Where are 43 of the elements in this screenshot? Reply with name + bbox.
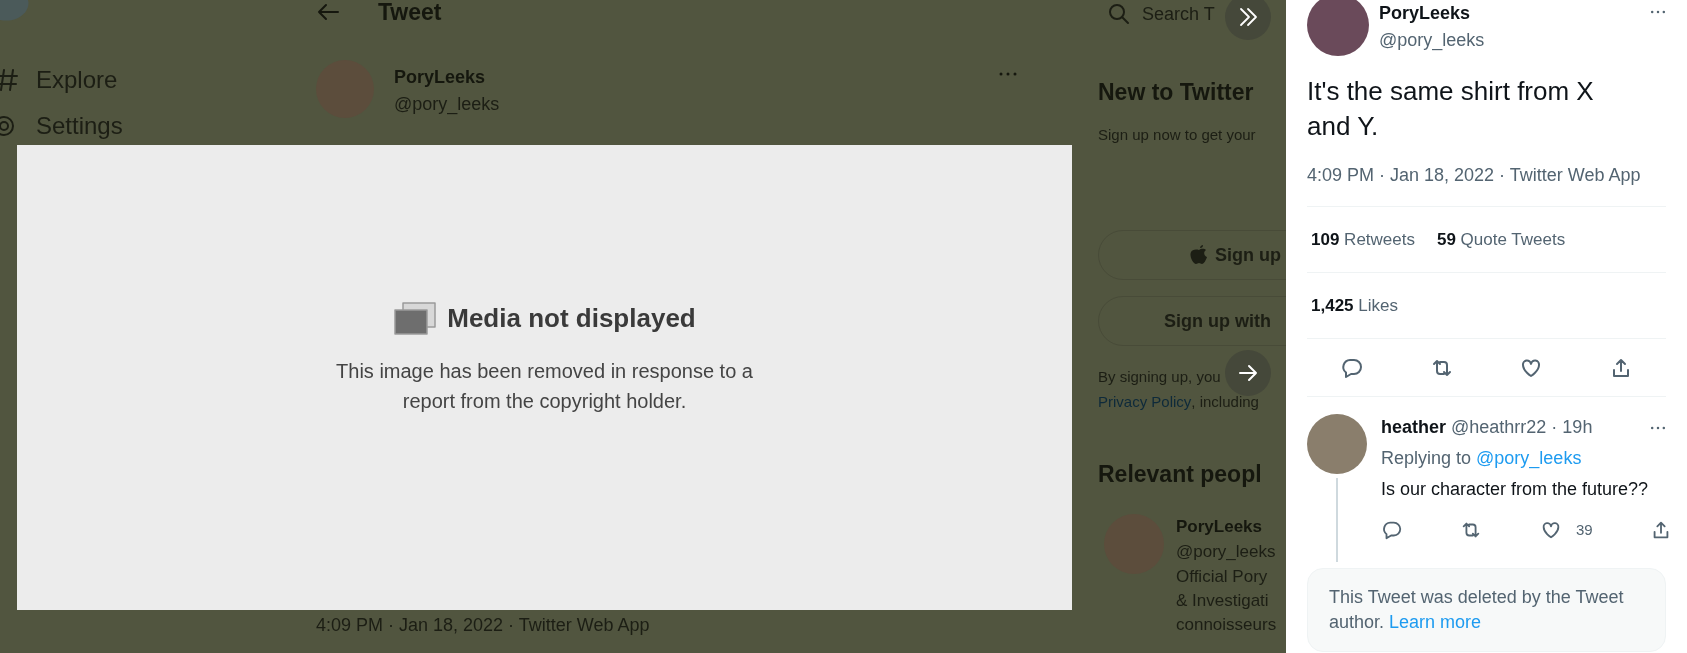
replying-to-label: Replying to <box>1381 447 1472 470</box>
nav-link[interactable]: Settings <box>36 108 123 144</box>
tweet-timestamp: 4:09 PM · Jan 18, 2022 · Twitter Web App <box>1307 162 1666 207</box>
mention-link[interactable]: @pory_leeks <box>1476 445 1582 472</box>
right-arrow-icon <box>1237 362 1259 384</box>
reply-text: Is our character from the future?? <box>1381 478 1650 501</box>
person-bio: Official Pory <box>1176 565 1269 588</box>
next-button[interactable] <box>1225 350 1271 396</box>
learn-more-link[interactable]: Learn more <box>1389 612 1482 632</box>
bird-logo-icon <box>0 0 30 22</box>
person-handle: @pory_leeks <box>1176 541 1277 563</box>
reply-author-handle: @heathrr22 · 19h <box>1451 416 1593 439</box>
section-title: Relevant peopl <box>1098 460 1262 489</box>
hashtag-icon <box>0 68 18 92</box>
media-notice-title: Media not displayed <box>447 302 696 335</box>
author-name: PoryLeeks <box>394 66 487 89</box>
person-name: PoryLeeks <box>1176 515 1263 538</box>
nav-link[interactable]: Explore <box>36 62 118 98</box>
tweet-text: It's the same shirt from X and Y. <box>1307 75 1595 143</box>
deleted-tweet-notice: This Tweet was deleted by the Tweet author. Learn more <box>1307 568 1666 652</box>
privacy-policy-link[interactable]: Privacy Policy <box>1098 390 1192 413</box>
apple-icon <box>1189 244 1209 266</box>
author-name: PoryLeeks <box>1379 2 1472 25</box>
terms-text: , including <box>1191 391 1259 412</box>
avatar <box>1307 0 1369 56</box>
stat-link[interactable]: 1,425 Likes <box>1311 292 1398 319</box>
author-handle: @pory_leeks <box>394 93 500 117</box>
expand-button[interactable] <box>1225 0 1271 40</box>
like-count: 39 <box>1575 520 1593 540</box>
avatar <box>1307 414 1367 474</box>
media-notice-message: This image has been removed in response to a report from the copyright holder. <box>335 359 754 414</box>
section-title: New to Twitter <box>1098 78 1254 107</box>
stacked-photos-icon <box>393 300 438 337</box>
double-chevron-icon <box>1237 6 1259 28</box>
page-title: Tweet <box>378 0 442 27</box>
reply-author-name: heather <box>1381 416 1447 439</box>
person-bio: & Investigati <box>1176 589 1270 612</box>
reply-icon[interactable] <box>1381 519 1403 542</box>
stat-link[interactable]: 109 Retweets <box>1311 226 1415 253</box>
person-bio: connoisseurs <box>1176 613 1277 636</box>
stat-link[interactable]: 59 Quote Tweets <box>1436 226 1566 253</box>
search-icon <box>1108 3 1130 25</box>
author-handle: @pory_leeks <box>1379 29 1485 53</box>
